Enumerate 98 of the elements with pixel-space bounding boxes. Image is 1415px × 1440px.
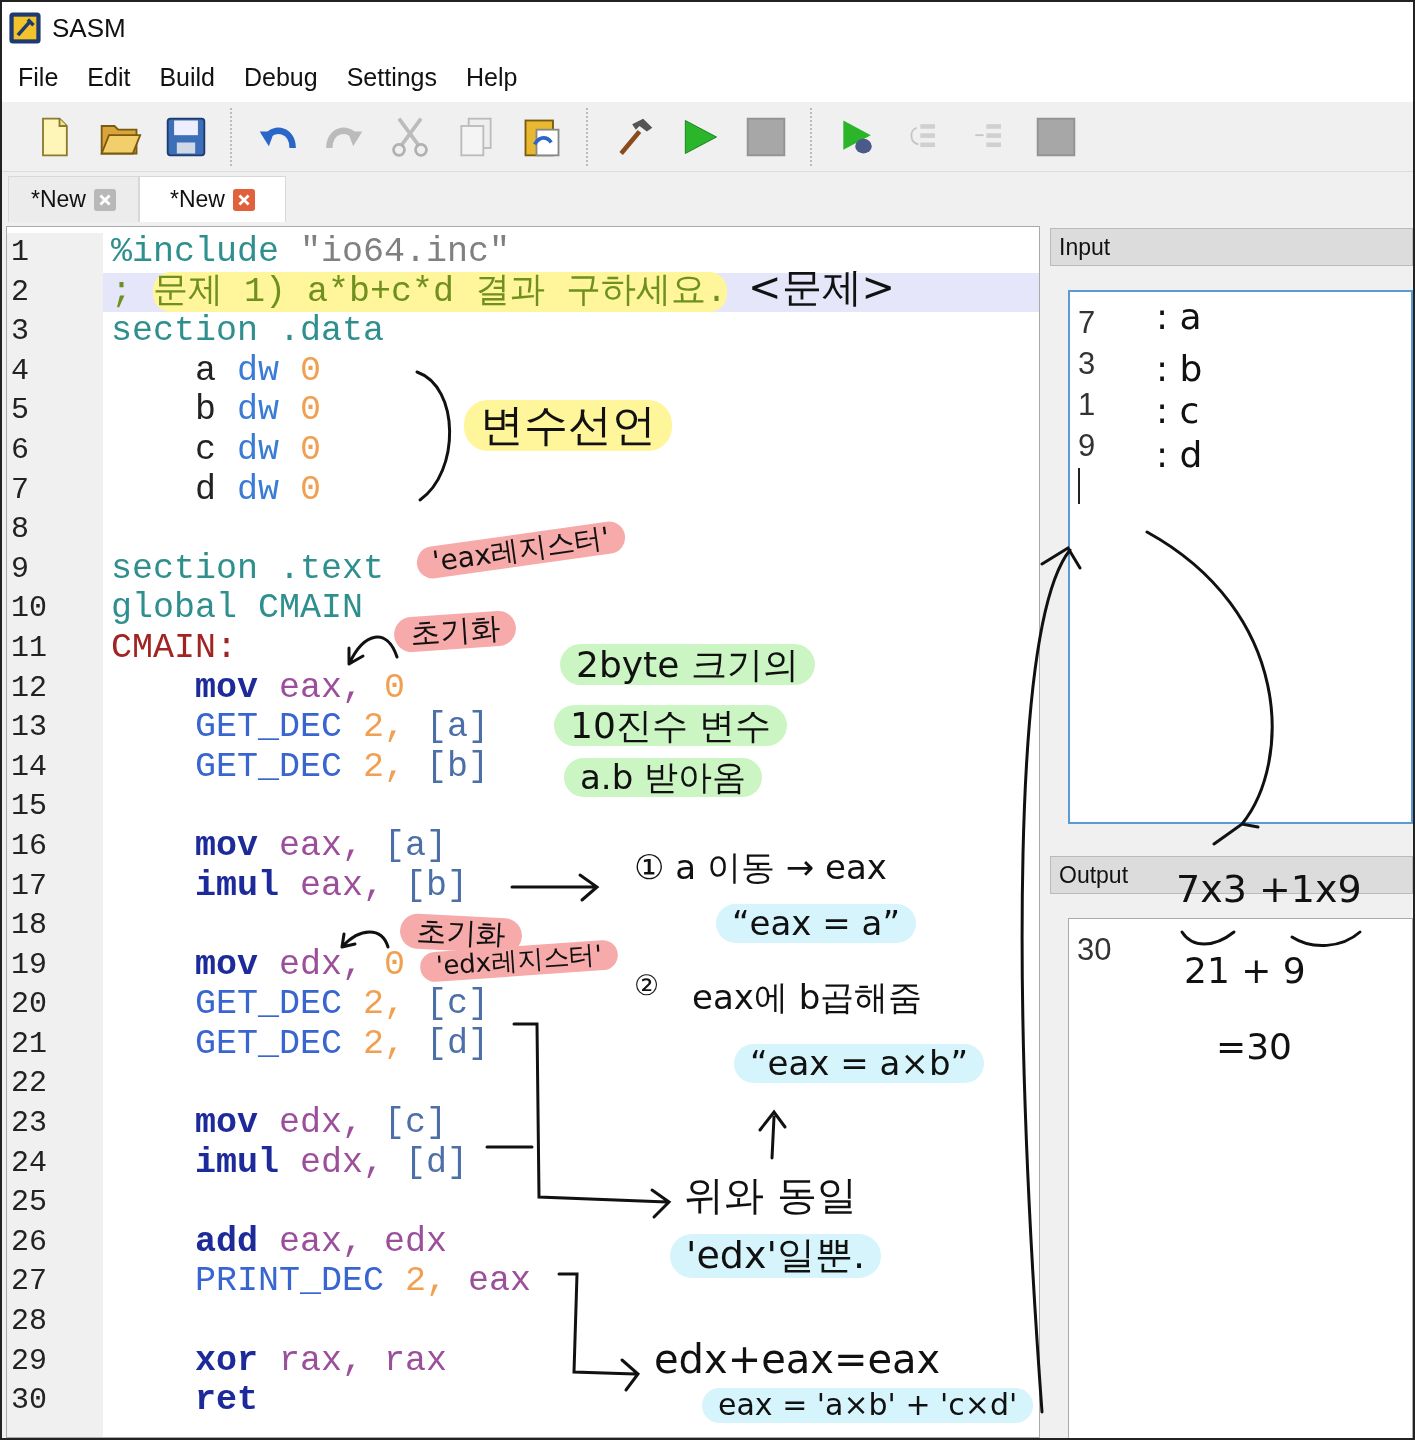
leader-line	[485, 1145, 534, 1149]
line-number: 19	[10, 946, 48, 984]
line-number: 2	[10, 273, 30, 311]
line-number: 1	[10, 234, 30, 271]
code-line: %include "io64.inc"	[111, 233, 511, 273]
brace-drawing	[1290, 930, 1362, 947]
menu-item[interactable]: File	[18, 59, 59, 97]
handwritten-note: 2byte 크기의	[560, 644, 815, 686]
code-line: section .data	[111, 312, 385, 352]
menu-item[interactable]: Build	[159, 59, 215, 97]
line-number: 28	[10, 1303, 48, 1341]
line-number: 9	[10, 550, 30, 588]
code-line: mov edx, [c]	[194, 1104, 448, 1144]
line-number: 18	[10, 907, 48, 945]
line-number: 20	[10, 986, 48, 1024]
code-line: GET_DEC 2, [b]	[194, 747, 490, 788]
line-number: 22	[10, 1065, 48, 1103]
line-number: 16	[10, 827, 48, 865]
panel-header: Input	[1050, 228, 1413, 266]
code-line: xor rax, rax	[194, 1341, 448, 1382]
menu-item[interactable]: Help	[466, 59, 518, 97]
code-line: PRINT_DEC 2, eax	[194, 1262, 532, 1303]
input-value: 3	[1078, 345, 1096, 383]
close-icon	[232, 188, 255, 211]
handwritten-note: “eax = a×b”	[734, 1044, 985, 1084]
handwritten-note: “eax = a”	[716, 904, 917, 944]
handwritten-note: ②	[633, 970, 661, 1003]
line-number: 12	[10, 669, 48, 707]
handwritten-note: edx+eax=eax	[653, 1336, 942, 1382]
line-number: 24	[10, 1144, 48, 1182]
handwritten-note: 21 + 9	[1183, 950, 1307, 992]
handwritten-note: eax에 b곱해줌	[691, 978, 924, 1018]
handwritten-note: 위와 동일	[683, 1172, 858, 1218]
editor-tab[interactable]: *New	[8, 176, 139, 222]
menu-item[interactable]: Debug	[244, 59, 318, 97]
line-number: 10	[10, 590, 48, 628]
line-number: 13	[10, 709, 48, 747]
window-title: SASM	[52, 11, 126, 45]
code-line: mov eax, 0	[194, 668, 406, 709]
code-line: GET_DEC 2, [c]	[194, 985, 490, 1025]
code-line: global CMAIN	[111, 589, 364, 629]
arrow-drawing	[340, 930, 390, 949]
menu-item[interactable]: Settings	[346, 59, 437, 97]
code-line: add eax, edx	[194, 1222, 448, 1263]
close-icon	[93, 188, 116, 211]
line-number: 5	[10, 392, 30, 430]
handwritten-note: 10진수 변수	[554, 705, 788, 747]
output-value: 30	[1077, 931, 1112, 969]
input-value: 9	[1078, 427, 1096, 465]
code-line: ret	[194, 1381, 258, 1421]
line-number: 7	[10, 471, 30, 509]
handwritten-note: eax = 'a×b' + 'c×d'	[702, 1388, 1034, 1423]
code-line: CMAIN:	[111, 628, 238, 669]
code-line: imul eax, [b]	[194, 866, 469, 907]
line-number: 29	[10, 1342, 48, 1380]
handwritten-note: 'edx'일뿐.	[670, 1234, 881, 1278]
arrow-drawing	[758, 1109, 787, 1160]
line-number: 6	[10, 431, 30, 469]
line-number: 17	[10, 867, 48, 905]
code-line: GET_DEC 2, [a]	[194, 708, 490, 748]
menu-item[interactable]: Edit	[87, 59, 131, 97]
code-line: a dw 0	[194, 351, 322, 392]
handwritten-note: : c	[1155, 390, 1201, 432]
code-line: section .text	[111, 549, 385, 590]
code-line: c dw 0	[194, 430, 322, 471]
line-number: 21	[10, 1025, 48, 1063]
line-number: 11	[10, 629, 48, 667]
brace-drawing	[1180, 930, 1236, 946]
code-line: b dw 0	[194, 391, 322, 431]
line-number: 3	[10, 313, 30, 351]
code-line: imul edx, [d]	[194, 1143, 469, 1184]
app-logo-icon	[8, 11, 42, 45]
handwritten-note: a.b 받아옴	[564, 758, 763, 798]
handwritten-note: 7x3 +1x9	[1175, 868, 1363, 912]
handwritten-note: <문제>	[747, 264, 897, 310]
line-number: 8	[10, 511, 30, 549]
handwritten-note: : b	[1155, 348, 1204, 390]
handwritten-note: : a	[1155, 296, 1203, 338]
code-line: GET_DEC 2, [d]	[194, 1024, 490, 1065]
line-number: 15	[10, 788, 48, 826]
line-number: 23	[10, 1105, 48, 1143]
code-line: mov eax, [a]	[194, 826, 448, 867]
code-line: d dw 0	[194, 470, 322, 511]
input-value: 1	[1078, 386, 1096, 424]
input-value: 7	[1078, 304, 1096, 342]
text-cursor	[1078, 468, 1080, 504]
arrow-drawing	[347, 635, 399, 666]
handwritten-note: ① a 이동 → eax	[633, 848, 888, 888]
editor-tab[interactable]: *New	[138, 176, 286, 222]
line-number: 4	[10, 352, 30, 390]
line-number: 14	[10, 748, 48, 786]
line-number: 26	[10, 1223, 48, 1261]
handwritten-note: =30	[1215, 1026, 1293, 1068]
handwritten-note: : d	[1155, 434, 1204, 476]
line-number: 27	[10, 1263, 48, 1301]
line-number: 30	[10, 1382, 48, 1420]
line-number: 25	[10, 1184, 48, 1222]
handwritten-note: 변수선언	[464, 400, 672, 451]
